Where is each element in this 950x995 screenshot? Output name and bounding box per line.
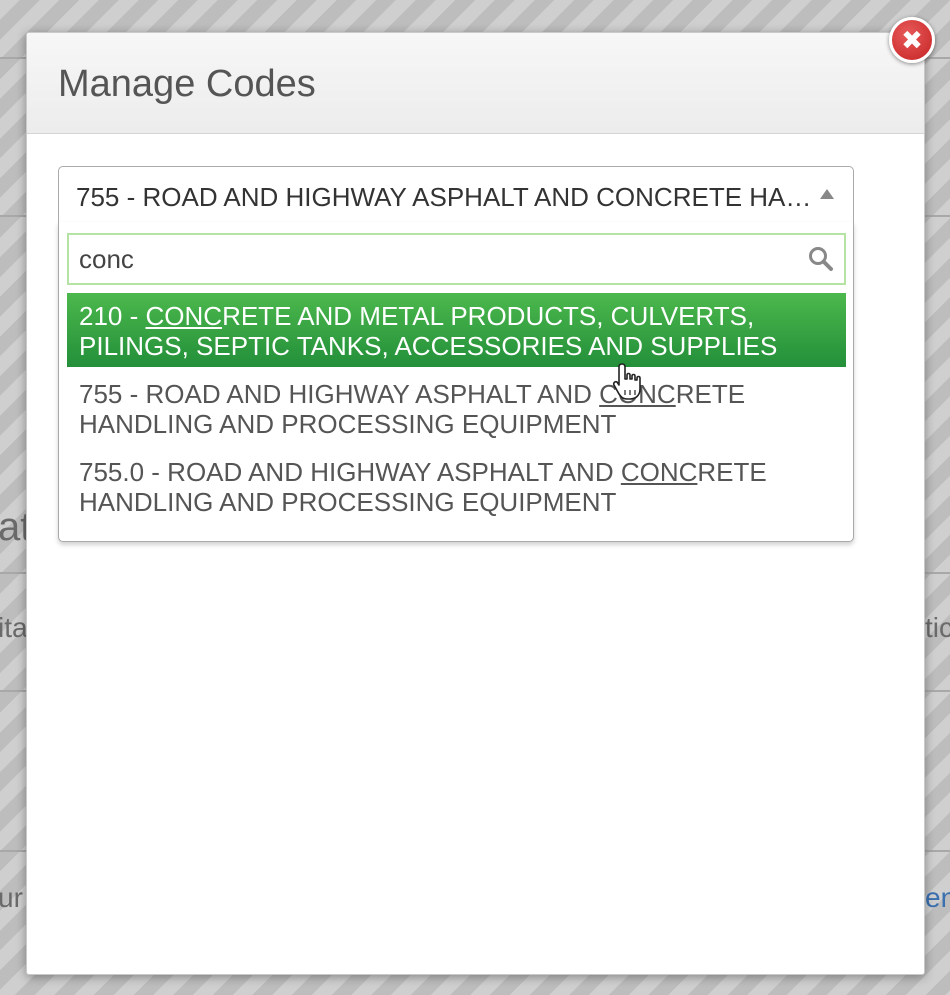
close-icon: ✖ — [901, 24, 923, 55]
code-select-value: 755 - ROAD AND HIGHWAY ASPHALT AND CONCR… — [76, 182, 816, 212]
modal-title: Manage Codes — [58, 63, 316, 105]
modal-header: Manage Codes — [27, 33, 924, 134]
background-fragment-text: ita — [0, 612, 28, 643]
result-text: 755.0 - ROAD AND HIGHWAY ASPHALT AND — [79, 457, 621, 487]
hand-cursor-icon — [612, 363, 641, 400]
result-match: CONC — [145, 301, 223, 331]
code-select[interactable]: 755 - ROAD AND HIGHWAY ASPHALT AND CONCR… — [58, 166, 854, 223]
search-icon — [809, 247, 833, 271]
chevron-up-icon — [820, 189, 834, 199]
manage-codes-modal: Manage Codes ✖ 755 - ROAD AND HIGHWAY AS… — [26, 17, 935, 975]
result-option[interactable]: 755 - ROAD AND HIGHWAY ASPHALT AND CONCR… — [67, 371, 846, 445]
results-list: 210 - CONCRETE AND METAL PRODUCTS, CULVE… — [67, 293, 846, 523]
result-option[interactable]: 755.0 - ROAD AND HIGHWAY ASPHALT AND CON… — [67, 449, 846, 523]
result-text: 755 - ROAD AND HIGHWAY ASPHALT AND — [79, 379, 600, 409]
close-button[interactable]: ✖ — [889, 17, 935, 63]
search-input[interactable] — [69, 235, 844, 283]
background-fragment-text: ur — [0, 882, 23, 913]
result-text: 210 - — [79, 301, 146, 331]
background-fragment-link: en — [925, 882, 950, 913]
code-select-dropdown: 210 - CONCRETE AND METAL PRODUCTS, CULVE… — [58, 222, 854, 542]
background-fragment-text: tic — [925, 612, 950, 643]
result-match: CONC — [620, 457, 698, 487]
search-field — [67, 233, 846, 285]
result-option[interactable]: 210 - CONCRETE AND METAL PRODUCTS, CULVE… — [67, 293, 846, 367]
